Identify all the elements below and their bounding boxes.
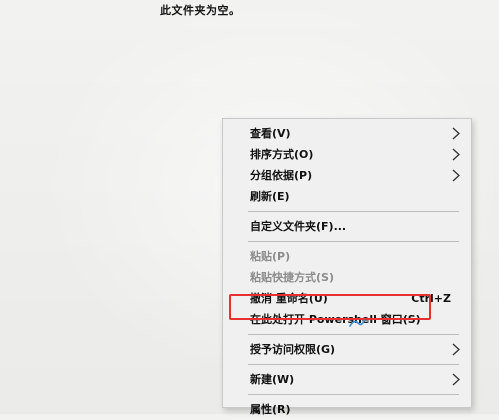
menu-separator: [248, 241, 459, 242]
menu-item-label: 粘贴快捷方式(S): [250, 271, 334, 284]
cursor-icon: [349, 313, 365, 327]
menu-item-open-powershell[interactable]: 在此处打开 Powershell 窗口(S): [223, 309, 471, 330]
context-menu: 查看(V) 排序方式(O) 分组依据(P) 刷新(E) 自定义文件夹(F)...…: [222, 118, 472, 416]
menu-separator: [248, 394, 459, 395]
menu-item-view[interactable]: 查看(V): [223, 123, 471, 144]
menu-item-label: 在此处打开 Powershell 窗口(S): [250, 313, 421, 326]
shortcut-label: Ctrl+Z: [411, 292, 451, 305]
menu-item-paste-shortcut: 粘贴快捷方式(S): [223, 267, 471, 288]
chevron-right-icon: [451, 148, 461, 161]
menu-item-label: 粘贴(P): [250, 250, 291, 263]
menu-item-paste: 粘贴(P): [223, 246, 471, 267]
chevron-right-icon: [451, 373, 461, 386]
menu-item-label: 撤消 重命名(U): [250, 292, 328, 305]
menu-item-label: 分组依据(P): [250, 169, 313, 182]
menu-item-label: 自定义文件夹(F)...: [250, 220, 347, 233]
menu-item-properties[interactable]: 属性(R): [223, 399, 471, 420]
menu-item-label: 刷新(E): [250, 190, 290, 203]
chevron-right-icon: [451, 169, 461, 182]
menu-item-refresh[interactable]: 刷新(E): [223, 186, 471, 207]
menu-item-sort-by[interactable]: 排序方式(O): [223, 144, 471, 165]
menu-item-customize-folder[interactable]: 自定义文件夹(F)...: [223, 216, 471, 237]
menu-item-group-by[interactable]: 分组依据(P): [223, 165, 471, 186]
chevron-right-icon: [451, 127, 461, 140]
menu-item-new[interactable]: 新建(W): [223, 369, 471, 390]
menu-separator: [248, 211, 459, 212]
menu-item-label: 排序方式(O): [250, 148, 314, 161]
chevron-right-icon: [451, 343, 461, 356]
empty-folder-message: 此文件夹为空。: [160, 4, 241, 17]
menu-item-undo-rename[interactable]: 撤消 重命名(U) Ctrl+Z: [223, 288, 471, 309]
menu-item-label: 新建(W): [250, 373, 295, 386]
menu-item-give-access[interactable]: 授予访问权限(G): [223, 339, 471, 360]
menu-item-label: 授予访问权限(G): [250, 343, 336, 356]
menu-item-label: 查看(V): [250, 127, 291, 140]
menu-separator: [248, 364, 459, 365]
menu-item-label: 属性(R): [250, 403, 291, 416]
menu-separator: [248, 334, 459, 335]
